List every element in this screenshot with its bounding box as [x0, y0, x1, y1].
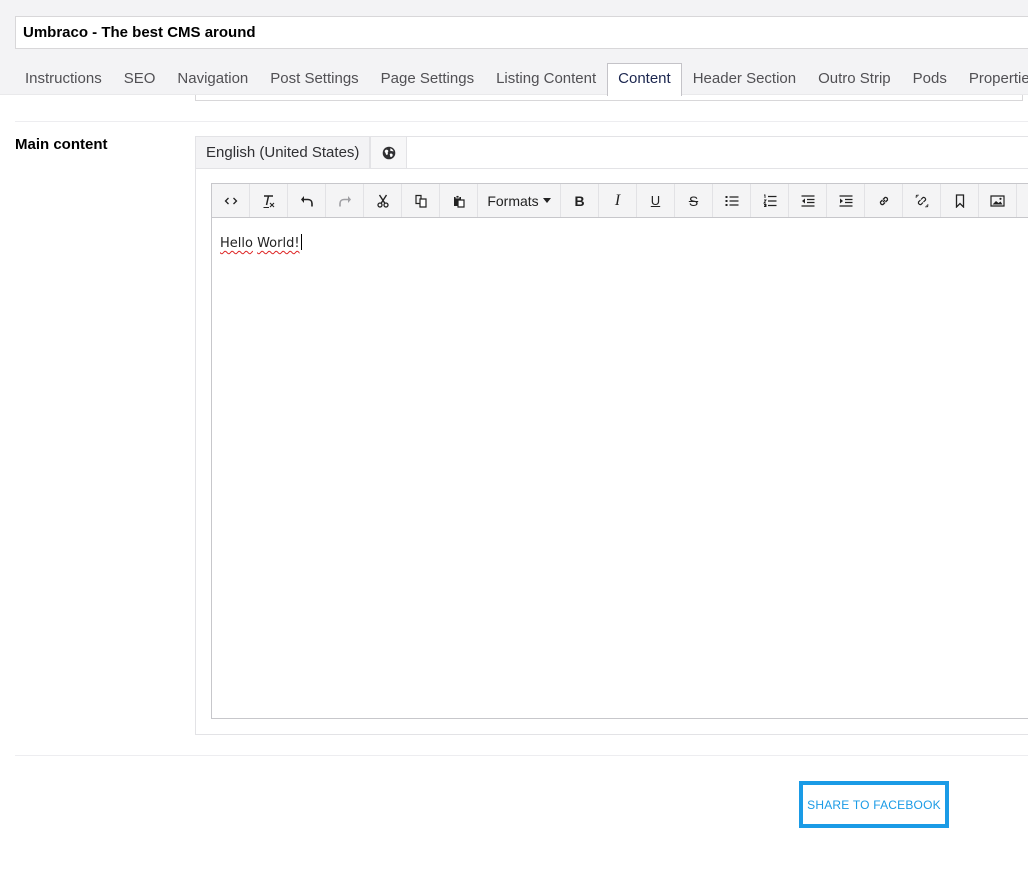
anchor-button[interactable]	[941, 184, 979, 217]
source-code-button[interactable]	[212, 184, 250, 217]
formats-dropdown[interactable]: Formats	[478, 184, 561, 217]
bookmark-icon	[955, 193, 964, 208]
content-tabs: Instructions SEO Navigation Post Setting…	[14, 63, 1028, 96]
tab-page-settings[interactable]: Page Settings	[370, 63, 485, 95]
language-tabs-underline	[195, 168, 1028, 169]
caret-down-icon	[542, 198, 551, 203]
indent-icon	[839, 194, 852, 207]
image-icon	[990, 194, 1005, 207]
unlink-button[interactable]	[903, 184, 941, 217]
actions-divider	[15, 755, 1028, 756]
bullet-list-icon	[725, 195, 738, 206]
property-divider	[15, 121, 1028, 122]
source-code-icon	[224, 197, 237, 204]
cut-button[interactable]	[364, 184, 402, 217]
numbered-list-button[interactable]	[751, 184, 789, 217]
indent-button[interactable]	[827, 184, 865, 217]
redo-icon	[338, 195, 351, 206]
undo-button[interactable]	[288, 184, 326, 217]
redo-button[interactable]	[326, 184, 364, 217]
underline-button[interactable]: U	[637, 184, 675, 217]
tab-navigation[interactable]: Navigation	[166, 63, 259, 95]
rich-text-editor: Formats B I U S Hello World!	[211, 183, 1028, 719]
cut-icon	[376, 194, 389, 208]
italic-button[interactable]: I	[599, 184, 637, 217]
share-to-facebook-button[interactable]: SHARE TO FACEBOOK	[799, 781, 949, 828]
bold-button[interactable]: B	[561, 184, 599, 217]
property-label-main-content: Main content	[15, 136, 108, 153]
tab-outro-strip[interactable]: Outro Strip	[807, 63, 902, 95]
link-button[interactable]	[865, 184, 903, 217]
remove-format-icon	[263, 194, 274, 208]
outdent-icon	[801, 194, 814, 207]
language-tabs: English (United States)	[195, 136, 408, 169]
paste-icon	[453, 194, 465, 208]
globe-icon-glyph	[382, 146, 396, 160]
outdent-button[interactable]	[789, 184, 827, 217]
editor-word: World!	[257, 236, 300, 251]
tab-header-section[interactable]: Header Section	[682, 63, 807, 95]
copy-button[interactable]	[402, 184, 440, 217]
tab-instructions[interactable]: Instructions	[14, 63, 113, 95]
unlink-icon	[915, 194, 928, 207]
text-caret	[300, 234, 302, 250]
editor-content-area[interactable]: Hello World!	[220, 234, 302, 251]
strikethrough-button[interactable]: S	[675, 184, 713, 217]
tab-properties[interactable]: Properties	[958, 63, 1028, 95]
globe-icon[interactable]	[370, 136, 408, 169]
link-icon	[879, 196, 888, 205]
editor-word: Hello	[220, 236, 253, 251]
paste-button[interactable]	[440, 184, 478, 217]
previous-property-box	[195, 95, 1023, 101]
tab-listing-content[interactable]: Listing Content	[485, 63, 607, 95]
tab-content[interactable]: Content	[607, 63, 682, 96]
numbered-list-icon	[762, 194, 776, 207]
remove-format-button[interactable]	[250, 184, 288, 217]
tab-post-settings[interactable]: Post Settings	[259, 63, 369, 95]
tab-seo[interactable]: SEO	[113, 63, 167, 95]
document-name-input[interactable]	[15, 16, 1028, 49]
undo-icon	[300, 195, 313, 206]
copy-icon	[414, 194, 427, 208]
bullet-list-button[interactable]	[713, 184, 751, 217]
language-tab-english[interactable]: English (United States)	[195, 136, 371, 169]
formats-label: Formats	[487, 192, 539, 209]
insert-image-button[interactable]	[979, 184, 1017, 217]
tab-pods[interactable]: Pods	[902, 63, 958, 95]
editor-toolbar: Formats B I U S	[212, 184, 1028, 218]
